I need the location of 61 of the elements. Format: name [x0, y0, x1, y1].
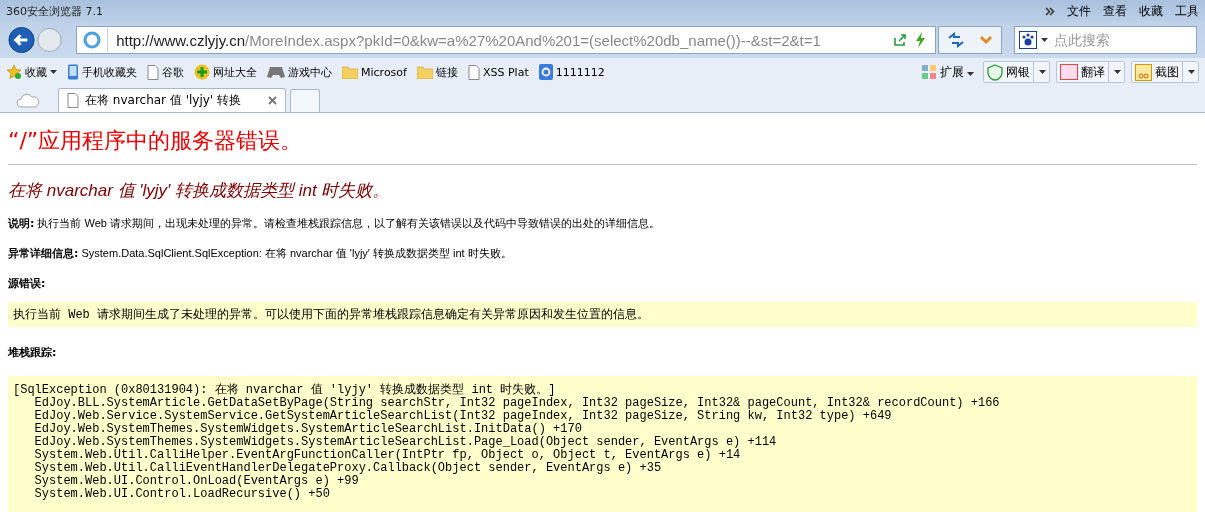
paw-icon	[1019, 31, 1037, 49]
bookmark-item[interactable]: 网址大全	[194, 64, 257, 80]
share-icon[interactable]	[893, 33, 907, 47]
stack-trace-line: EdJoy.Web.SystemThemes.SystemWidgets.SystemArticleSearchList.Page_Load(Object sender, EventArgs e) +114	[33, 436, 778, 449]
browser-tab[interactable]: 在将 nvarchar 值 'lyjy' 转换	[58, 88, 286, 112]
close-icon[interactable]	[268, 96, 277, 105]
lightning-icon[interactable]	[915, 32, 927, 48]
source-error-box: 执行当前 Web 请求期间生成了未处理的异常。可以使用下面的异常堆栈跟踪信息确定有关异常原因和发生位置的信息。	[8, 302, 1197, 327]
menu-item[interactable]: 工具	[1175, 2, 1199, 20]
gamepad-icon	[267, 65, 285, 79]
toolbar-button[interactable]: 扩展	[918, 62, 977, 82]
caret-down-icon[interactable]	[1114, 70, 1121, 74]
grid-icon	[921, 64, 937, 80]
caret-down-icon[interactable]	[1041, 38, 1048, 42]
source-error-label: 源错误:	[8, 276, 47, 292]
stack-trace-line: System.Web.UI.Control.LoadRecursive() +50	[33, 488, 331, 501]
bookmark-item[interactable]: 收藏	[6, 64, 57, 80]
bookmark-item[interactable]: XSS Plat	[467, 64, 529, 80]
stack-trace-line: System.Web.UI.Control.OnLoad(EventArgs e) +99	[33, 475, 360, 488]
bookmark-item[interactable]: 游戏中心	[267, 64, 332, 80]
stack-trace-line: [SqlException (0x80131904): 在将 nvarchar 值 'lyjy' 转换成数据类型 int 时失败。]	[13, 384, 557, 397]
stack-trace-line: EdJoy.Web.Service.SystemService.GetSystemArticleSearchList(Int32 pageIndex, Int32 pageSize, String kw, Int32 type) +649	[33, 410, 893, 423]
bookmark-item[interactable]: 谷歌	[147, 64, 184, 80]
window-title: 360安全浏览器 7.1	[6, 3, 103, 19]
toolbar-button[interactable]: 截图	[1131, 61, 1199, 83]
scissors-icon	[1135, 63, 1152, 81]
bookmark-item[interactable]: 手机收藏夹	[67, 64, 137, 80]
menu-item[interactable]: 文件	[1067, 2, 1091, 20]
caret-down-icon[interactable]	[1188, 70, 1195, 74]
caret-down-icon[interactable]	[967, 72, 974, 76]
bookmark-item[interactable]: 1111112	[538, 64, 605, 80]
folder-icon	[342, 65, 358, 79]
switch-arrows-icon[interactable]	[947, 32, 965, 48]
toolbar-button[interactable]: 网银	[983, 61, 1050, 83]
exception-details: 异常详细信息: System.Data.SqlClient.SqlException: 在将 nvarchar 值 'lyjy' 转换成数据类型 int 时失败。	[8, 246, 513, 262]
bookmark-item[interactable]: 链接	[416, 64, 458, 80]
stack-trace-line: System.Web.Util.CalliHelper.EventArgFunctionCaller(IntPtr fp, Object o, Object t, EventArgs e) +14	[33, 449, 742, 462]
folder-icon	[416, 65, 433, 79]
bookmark-item[interactable]: Microsof	[342, 65, 407, 79]
translate-icon	[1060, 64, 1078, 80]
menu-item[interactable]: 收藏	[1139, 2, 1163, 20]
caret-down-icon[interactable]	[1039, 70, 1046, 74]
search-field[interactable]: 点此搜索	[1014, 26, 1197, 54]
stack-trace-line: EdJoy.Web.SystemThemes.SystemWidgets.SystemArticleSearchList.InitData() +170	[33, 423, 583, 436]
stack-trace-label: 堆栈跟踪:	[8, 345, 58, 361]
back-button[interactable]	[8, 26, 36, 54]
shield-icon	[987, 63, 1003, 81]
address-field[interactable]: http://www.czlyjy.cn/MoreIndex.aspx?pkId=0&kw=a%27%20And%201=(select%20db_name())--&st=2&t=1	[76, 26, 936, 54]
menu-item[interactable]: 查看	[1103, 2, 1127, 20]
double-chevron-icon[interactable]	[1045, 6, 1055, 16]
phone-icon	[67, 64, 79, 80]
error-title: 在将 nvarchar 值 'lyjy' 转换成数据类型 int 时失败。	[8, 180, 391, 202]
plus-icon	[194, 64, 210, 80]
page-heading: “/”应用程序中的服务器错误。	[8, 127, 304, 155]
stack-trace-line: System.Web.Util.CalliEventHandlerDelegateProxy.Callback(Object sender, EventArgs e) +35	[33, 462, 663, 475]
caret-down-icon[interactable]	[50, 70, 57, 74]
g-logo-icon	[538, 64, 553, 80]
toolbar-button[interactable]: 翻译	[1056, 61, 1125, 83]
stack-trace-line: EdJoy.BLL.SystemArticle.GetDataSetByPage(String searchStr, Int32 pageIndex, Int32 pageSize, Int32& pageCount, Int32& recordCount) +166	[33, 397, 1001, 410]
description-text: 说明: 执行当前 Web 请求期间，出现未处理的异常。请检查堆栈跟踪信息，以了解有关该错误以及代码中导致错误的出处的详细信息。	[8, 216, 661, 232]
star-icon	[6, 64, 22, 80]
